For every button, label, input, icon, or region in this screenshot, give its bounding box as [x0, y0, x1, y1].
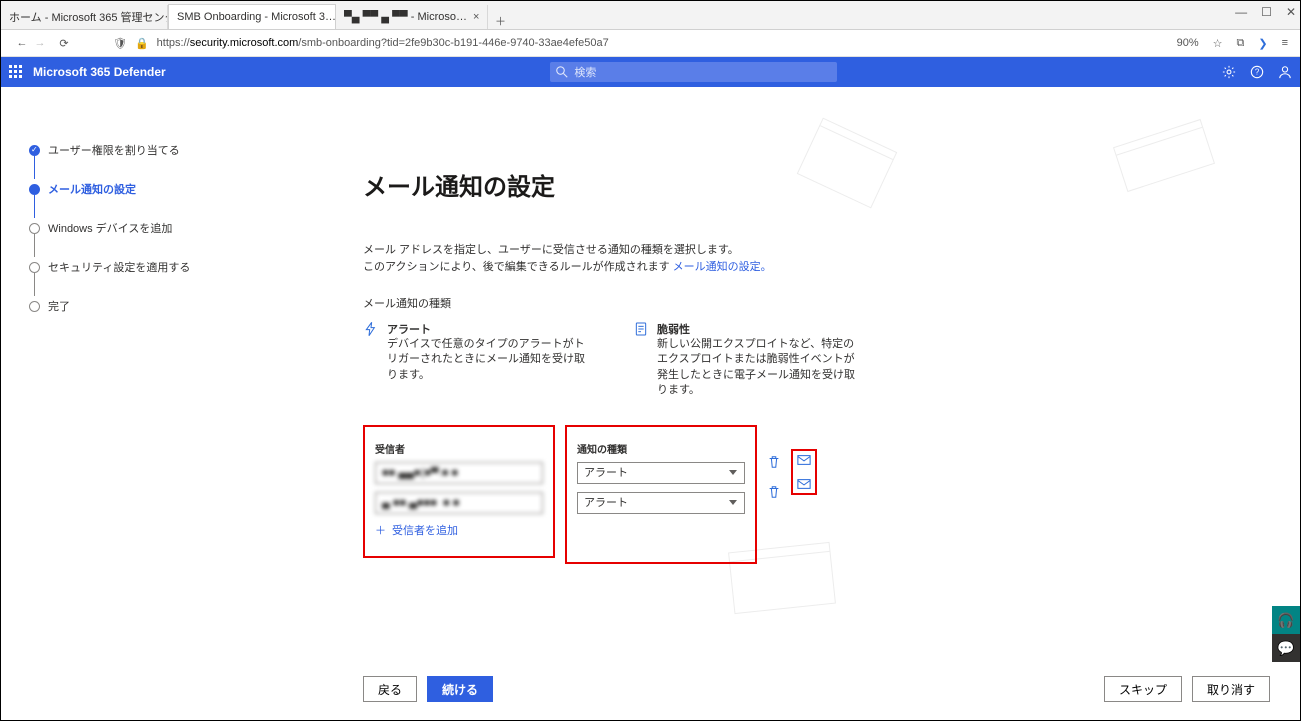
- url-host: security.microsoft.com: [190, 37, 299, 49]
- mail-icon[interactable]: [797, 453, 811, 467]
- url-path: /smb-onboarding?tid=2fe9b30c-b191-446e-9…: [298, 37, 608, 49]
- card-text: 新しい公開エクスプロイトなど、特定のエクスプロイトまたは脆弱性イベントが発生した…: [657, 337, 863, 399]
- notification-type-column: 通知の種類 アラート アラート: [565, 425, 757, 564]
- onboarding-stepper: ユーザー権限を割り当てる メール通知の設定 Windows デバイスを追加 セキ…: [29, 142, 190, 337]
- close-icon[interactable]: ×: [473, 11, 479, 23]
- tab-label: SMB Onboarding - Microsoft 3…: [177, 11, 336, 23]
- app-title: Microsoft 365 Defender: [33, 65, 166, 79]
- row-actions: [767, 425, 781, 503]
- window-maximize-icon[interactable]: ☐: [1261, 5, 1272, 19]
- new-tab-button[interactable]: ＋: [488, 13, 512, 29]
- add-recipient-button[interactable]: ＋ 受信者を追加: [375, 522, 543, 538]
- app-header: Microsoft 365 Defender 検索 ?: [1, 57, 1300, 87]
- extension-icon[interactable]: ❯: [1258, 37, 1267, 50]
- nav-forward-icon[interactable]: →: [31, 37, 49, 49]
- type-label: 通知の種類: [577, 441, 745, 456]
- plus-icon: ＋: [375, 522, 386, 538]
- global-search[interactable]: 検索: [550, 62, 837, 82]
- step-label: メール通知の設定: [48, 181, 136, 197]
- url-prefix: https://: [157, 37, 190, 49]
- feedback-icon[interactable]: 💬: [1272, 634, 1300, 662]
- svg-text:?: ?: [1255, 68, 1260, 77]
- delete-icon[interactable]: [767, 485, 781, 499]
- decorative-window-icon: [1113, 119, 1215, 192]
- step-complete[interactable]: 完了: [29, 298, 190, 314]
- step-assign-permissions[interactable]: ユーザー権限を割り当てる: [29, 142, 190, 158]
- feedback-widgets: 🎧 💬: [1272, 606, 1300, 662]
- window-minimize-icon[interactable]: —: [1235, 5, 1247, 19]
- cancel-button[interactable]: 取り消す: [1192, 676, 1270, 702]
- step-apply-security-settings[interactable]: セキュリティ設定を適用する: [29, 259, 190, 275]
- url-display[interactable]: 🛡 🔒 https://security.microsoft.com/smb-o…: [113, 37, 1177, 50]
- step-label: ユーザー権限を割り当てる: [48, 142, 180, 158]
- browser-tab-3[interactable]: ▀▄ ▀▀ ▄ ▀▀ - Microso… ×: [336, 5, 488, 29]
- tab-label: ▀▄ ▀▀ ▄ ▀▀ - Microso…: [344, 11, 467, 23]
- desc-line1: メール アドレスを指定し、ユーザーに受信させる通知の種類を選択します。: [363, 244, 739, 256]
- browser-tabbar: ホーム - Microsoft 365 管理センター × SMB Onboard…: [1, 1, 1300, 30]
- settings-icon[interactable]: [1222, 65, 1236, 79]
- clipboard-icon: [633, 321, 649, 337]
- step-add-windows-devices[interactable]: Windows デバイスを追加: [29, 220, 190, 236]
- page-title: メール通知の設定: [363, 167, 1123, 202]
- browser-addressbar: ← → ⟳ 🛡 🔒 https://security.microsoft.com…: [1, 30, 1300, 57]
- tab-label: ホーム - Microsoft 365 管理センター: [9, 9, 168, 25]
- nav-back-icon[interactable]: ←: [13, 37, 31, 49]
- account-icon[interactable]: [1278, 65, 1292, 79]
- browser-tab-2[interactable]: SMB Onboarding - Microsoft 3… ×: [168, 4, 336, 29]
- card-vulnerability: 脆弱性 新しい公開エクスプロイトなど、特定のエクスプロイトまたは脆弱性イベントが…: [633, 321, 863, 399]
- step-label: Windows デバイスを追加: [48, 220, 172, 236]
- email-settings-link[interactable]: メール通知の設定。: [673, 261, 772, 273]
- recipient-input-1[interactable]: [375, 462, 543, 484]
- window-close-icon[interactable]: ✕: [1286, 5, 1296, 19]
- app-launcher-icon[interactable]: [9, 65, 23, 79]
- headset-icon[interactable]: 🎧: [1272, 606, 1300, 634]
- type-select-1[interactable]: アラート: [577, 462, 745, 484]
- card-text: デバイスで任意のタイプのアラートがトリガーされたときにメール通知を受け取ります。: [387, 337, 593, 383]
- card-alert: アラート デバイスで任意のタイプのアラートがトリガーされたときにメール通知を受け…: [363, 321, 593, 399]
- recipient-input-2[interactable]: [375, 492, 543, 514]
- lightning-icon: [363, 321, 379, 337]
- card-title: アラート: [387, 321, 593, 337]
- step-email-notifications[interactable]: メール通知の設定: [29, 181, 190, 197]
- send-test-column: [791, 449, 817, 495]
- continue-button[interactable]: 続ける: [427, 676, 493, 702]
- recipients-label: 受信者: [375, 441, 543, 456]
- browser-tab-1[interactable]: ホーム - Microsoft 365 管理センター ×: [1, 5, 168, 29]
- help-icon[interactable]: ?: [1250, 65, 1264, 79]
- add-recipient-label: 受信者を追加: [392, 522, 458, 538]
- back-button[interactable]: 戻る: [363, 676, 417, 702]
- skip-button[interactable]: スキップ: [1104, 676, 1182, 702]
- nav-reload-icon[interactable]: ⟳: [55, 37, 73, 50]
- section-title: メール通知の種類: [363, 295, 1123, 311]
- step-label: 完了: [48, 298, 70, 314]
- lock-icon: 🔒: [135, 37, 149, 50]
- search-placeholder: 検索: [574, 64, 596, 80]
- search-icon: [556, 66, 568, 78]
- recipients-column: 受信者 ＋ 受信者を追加: [363, 425, 555, 558]
- delete-icon[interactable]: [767, 455, 781, 469]
- desc-line2: このアクションにより、後で編集できるルールが作成されます: [363, 261, 673, 273]
- shield-icon: 🛡: [113, 37, 127, 50]
- pocket-icon[interactable]: ⧉: [1237, 37, 1245, 50]
- zoom-label: 90%: [1177, 37, 1199, 49]
- bookmark-icon[interactable]: ☆: [1213, 37, 1223, 50]
- menu-icon[interactable]: ≡: [1282, 37, 1288, 49]
- step-label: セキュリティ設定を適用する: [48, 259, 190, 275]
- mail-icon[interactable]: [797, 477, 811, 491]
- main-content: メール通知の設定 メール アドレスを指定し、ユーザーに受信させる通知の種類を選択…: [363, 167, 1123, 564]
- type-select-2[interactable]: アラート: [577, 492, 745, 514]
- card-title: 脆弱性: [657, 321, 863, 337]
